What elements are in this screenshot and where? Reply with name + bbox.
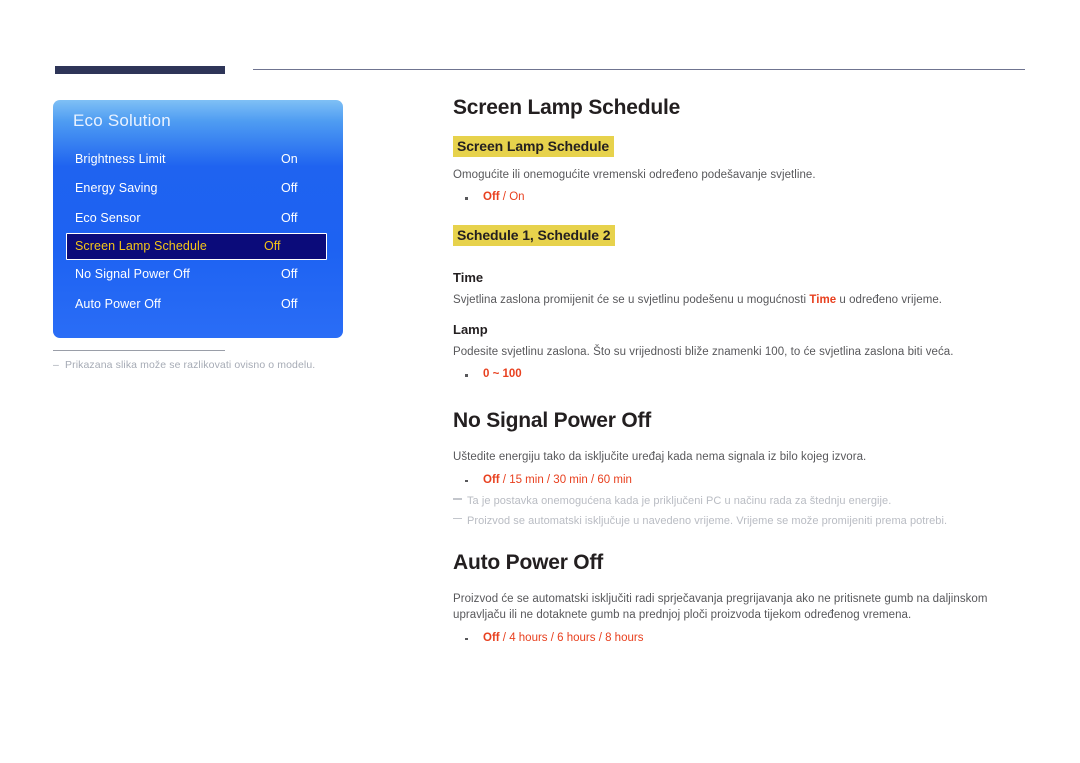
minor-heading-time: Time: [453, 269, 484, 285]
osd-row-eco-sensor[interactable]: Eco Sensor Off: [53, 203, 343, 233]
osd-row-label: No Signal Power Off: [75, 267, 190, 282]
osd-row-value: Off: [281, 210, 298, 225]
header-accent-bar: [55, 66, 225, 74]
section-body-auto-power-off: Proizvod će se automatski isključiti rad…: [453, 593, 988, 622]
osd-row-value: Off: [281, 296, 298, 311]
section-note: Ta je postavka onemogućena kada je prikl…: [453, 493, 1028, 510]
osd-menu-list: Brightness Limit On Energy Saving Off Ec…: [53, 144, 343, 319]
caption-dash-icon: –: [53, 359, 59, 371]
subsection-heading-highlight: Screen Lamp Schedule: [453, 136, 615, 157]
option-value-selected: Off: [483, 191, 500, 204]
subsection-screen-lamp-schedule: Screen Lamp Schedule Omogućite ili onemo…: [453, 136, 1028, 207]
minor-body-time: Svjetlina zaslona promijenit će se u svj…: [453, 292, 1028, 308]
osd-menu-title: Eco Solution: [73, 111, 171, 130]
osd-menu-panel: Eco Solution Brightness Limit On Energy …: [53, 100, 343, 338]
option-value-rest: / 15 min / 30 min / 60 min: [499, 473, 632, 486]
header-rule: [253, 69, 1025, 70]
osd-row-label: Brightness Limit: [75, 151, 166, 166]
minor-body-lamp: Podesite svjetlinu zaslona. Što su vrije…: [453, 345, 954, 358]
section-title-auto-power-off: Auto Power Off: [453, 551, 604, 575]
caption-text: Prikazana slika može se razlikovati ovis…: [65, 359, 316, 371]
section-body-no-signal-power-off: Uštedite energiju tako da isključite ure…: [453, 451, 867, 464]
time-body-part-a: Svjetlina zaslona promijenit će se u svj…: [453, 293, 810, 306]
section-title-screen-lamp-schedule: Screen Lamp Schedule: [453, 96, 681, 119]
osd-row-brightness-limit[interactable]: Brightness Limit On: [53, 144, 343, 174]
osd-row-energy-saving[interactable]: Energy Saving Off: [53, 174, 343, 204]
option-list: 0 ~ 100: [453, 366, 1028, 383]
osd-row-screen-lamp-schedule[interactable]: Screen Lamp Schedule Off: [66, 232, 327, 260]
osd-row-label: Energy Saving: [75, 181, 158, 196]
subsection-heading-highlight: Schedule 1, Schedule 2: [453, 224, 616, 246]
osd-row-value: Off: [264, 239, 281, 253]
section-note: Proizvod se automatski isključuje u nave…: [453, 513, 1028, 530]
option-list-item: Off / 4 hours / 6 hours / 8 hours: [465, 630, 1028, 647]
osd-row-value: Off: [281, 181, 298, 196]
option-list: Off / 15 min / 30 min / 60 min: [453, 472, 1028, 489]
osd-row-label: Auto Power Off: [75, 296, 161, 311]
option-list-item: Off / On: [465, 189, 1028, 206]
figure-caption: – Prikazana slika može se razlikovati ovi…: [53, 359, 315, 371]
osd-row-label: Eco Sensor: [75, 210, 141, 225]
caption-divider: [53, 350, 225, 351]
osd-row-label: Screen Lamp Schedule: [75, 239, 207, 253]
subsection-schedule-1-2: Schedule 1, Schedule 2 Time Svjetlina za…: [453, 224, 1028, 384]
subsection-body: Omogućite ili onemogućite vremenski odre…: [453, 169, 816, 181]
section-title-no-signal-power-off: No Signal Power Off: [453, 409, 652, 433]
option-value-rest: / 4 hours / 6 hours / 8 hours: [499, 631, 644, 644]
option-list: Off / On: [453, 189, 1028, 206]
minor-heading-lamp: Lamp: [453, 321, 488, 337]
osd-row-value: Off: [281, 267, 298, 282]
option-list-item: 0 ~ 100: [465, 366, 1028, 383]
osd-row-value: On: [281, 151, 298, 166]
time-body-part-b: u određeno vrijeme.: [836, 293, 943, 306]
article-content: Screen Lamp Schedule Screen Lamp Schedul…: [453, 96, 1028, 651]
time-inline-term: Time: [809, 293, 837, 306]
osd-row-auto-power-off[interactable]: Auto Power Off Off: [53, 289, 343, 319]
option-value-selected: Off: [483, 473, 500, 486]
option-list: Off / 4 hours / 6 hours / 8 hours: [453, 630, 1028, 647]
option-value-selected: Off: [483, 631, 500, 644]
osd-row-no-signal-power-off[interactable]: No Signal Power Off Off: [53, 260, 343, 290]
option-value-rest: / On: [499, 191, 525, 204]
option-list-item: Off / 15 min / 30 min / 60 min: [465, 472, 1028, 489]
